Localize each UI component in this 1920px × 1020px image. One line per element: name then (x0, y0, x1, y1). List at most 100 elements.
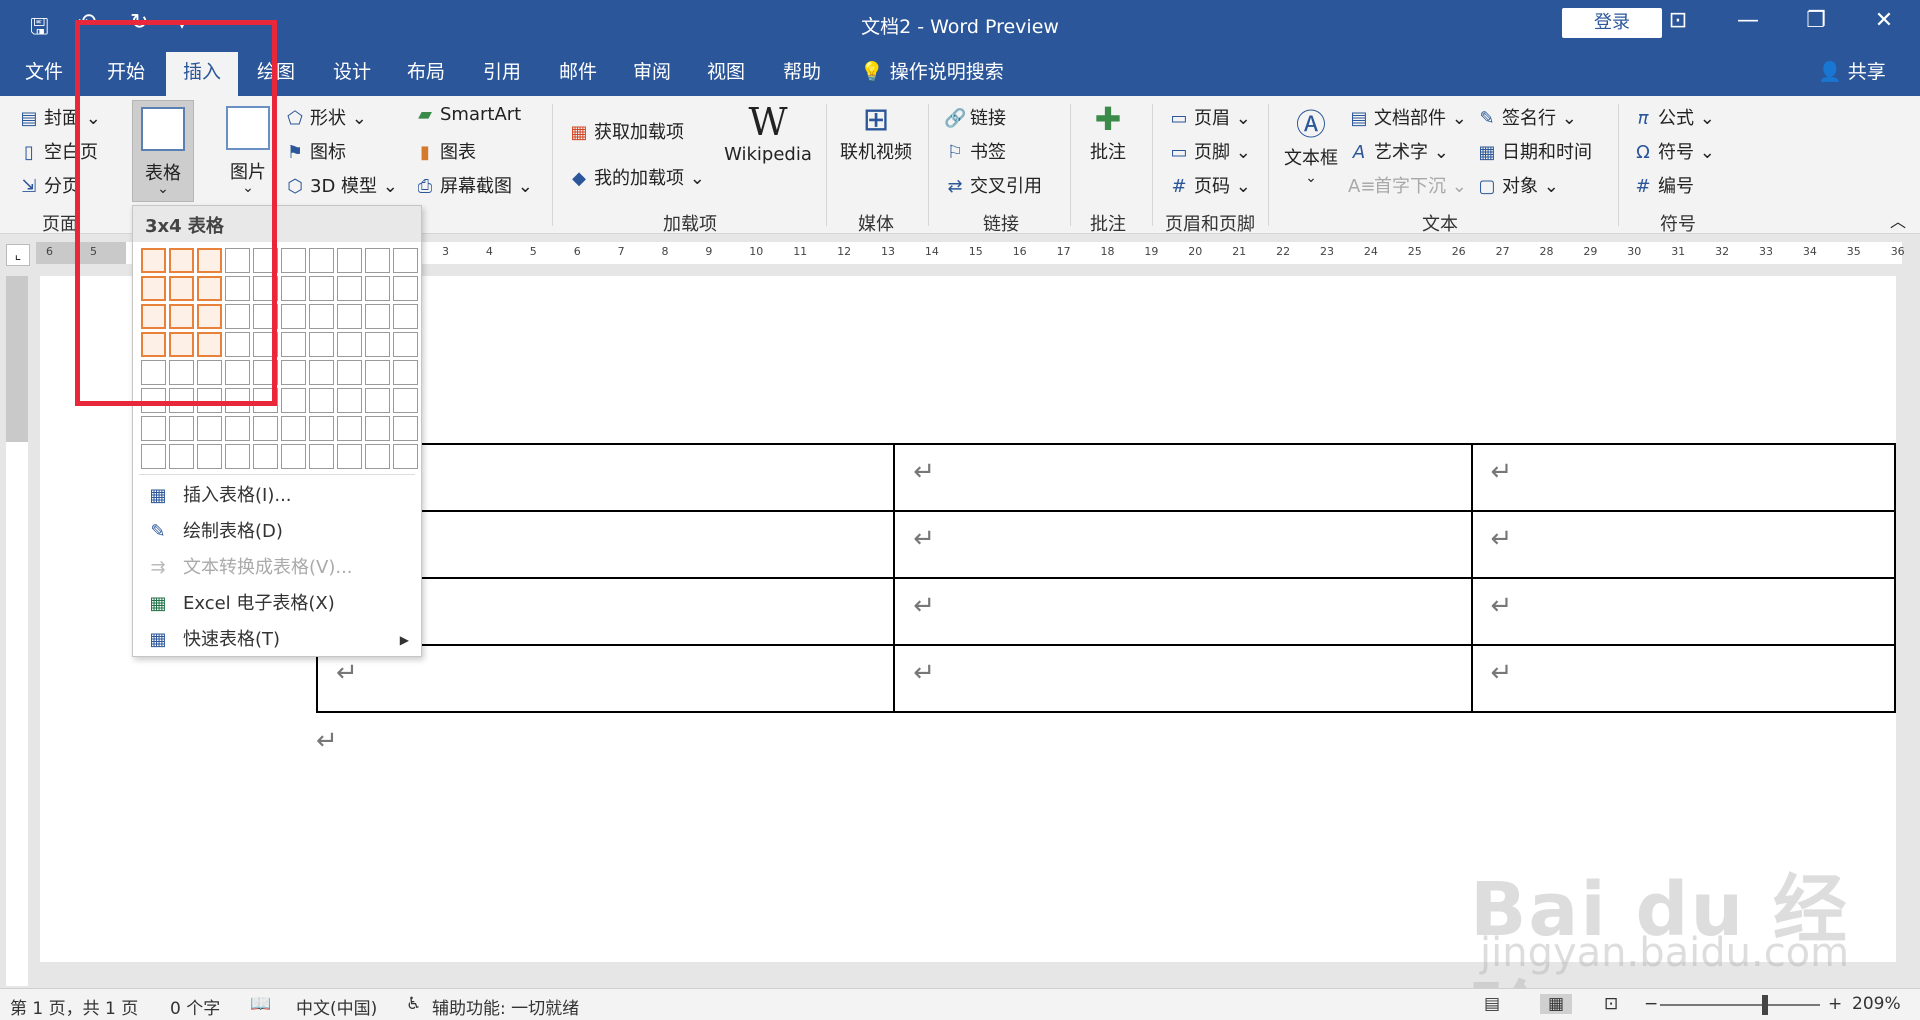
grid-cell[interactable] (141, 444, 166, 469)
tab-layout[interactable]: 布局 (396, 48, 456, 96)
grid-cell[interactable] (337, 304, 362, 329)
tab-selector[interactable]: ⌞ (6, 244, 30, 266)
get-addins-button[interactable]: ▦ 获取加载项 (568, 118, 684, 144)
accessibility-status[interactable]: 辅助功能: 一切就绪 (432, 994, 579, 1019)
grid-cell[interactable] (281, 332, 306, 357)
print-layout-icon[interactable]: ▦ (1540, 994, 1573, 1014)
grid-cell[interactable] (393, 388, 418, 413)
online-video-button[interactable]: ⊞ 联机视频 (836, 100, 916, 164)
grid-cell[interactable] (225, 444, 250, 469)
object-button[interactable]: ▢ 对象 ⌄ (1476, 172, 1558, 198)
shapes-button[interactable]: ⬠ 形状 ⌄ (284, 104, 367, 130)
grid-cell[interactable] (337, 332, 362, 357)
grid-cell[interactable] (309, 444, 334, 469)
numbering-button[interactable]: # 编号 (1632, 172, 1694, 198)
quick-tables-menu-item[interactable]: ▦ 快速表格(T) ▶ (133, 623, 421, 657)
table-cell[interactable]: ↵ (1470, 577, 1896, 646)
page-number-button[interactable]: # 页码 ⌄ (1168, 172, 1250, 198)
excel-spreadsheet-menu-item[interactable]: ▦ Excel 电子表格(X) (133, 587, 421, 621)
grid-cell[interactable] (281, 444, 306, 469)
page-break-button[interactable]: ⇲ 分页 (18, 172, 80, 198)
tab-design[interactable]: 设计 (322, 48, 382, 96)
grid-cell[interactable] (337, 388, 362, 413)
web-layout-icon[interactable]: ⊡ (1604, 994, 1618, 1014)
grid-cell[interactable] (365, 444, 390, 469)
table-cell[interactable]: ↵ (1470, 510, 1896, 579)
tab-references[interactable]: 引用 (472, 48, 532, 96)
document-table[interactable]: ↵↵↵↵↵↵↵↵↵↵↵↵ (315, 443, 1896, 713)
restore-icon[interactable]: ❐ (1796, 8, 1836, 33)
grid-cell[interactable] (393, 444, 418, 469)
collapse-ribbon-icon[interactable]: ︿ (1890, 208, 1906, 232)
tab-help[interactable]: 帮助 (772, 48, 832, 96)
grid-cell[interactable] (365, 304, 390, 329)
grid-cell[interactable] (393, 332, 418, 357)
minimize-icon[interactable]: — (1728, 8, 1768, 33)
grid-cell[interactable] (393, 304, 418, 329)
grid-cell[interactable] (169, 416, 194, 441)
signature-line-button[interactable]: ✎ 签名行 ⌄ (1476, 104, 1576, 130)
grid-cell[interactable] (281, 416, 306, 441)
table-cell[interactable]: ↵ (893, 644, 1473, 713)
tell-me-search[interactable]: 💡 操作说明搜索 (860, 48, 1004, 96)
symbol-button[interactable]: Ω 符号 ⌄ (1632, 138, 1715, 164)
grid-cell[interactable] (253, 444, 278, 469)
word-count[interactable]: 0 个字 (170, 994, 220, 1019)
zoom-slider[interactable] (1660, 1004, 1820, 1006)
date-time-button[interactable]: ▦ 日期和时间 (1476, 138, 1592, 164)
grid-cell[interactable] (197, 416, 222, 441)
grid-cell[interactable] (337, 360, 362, 385)
read-mode-icon[interactable]: ▤ (1484, 994, 1500, 1014)
quick-parts-button[interactable]: ▤ 文档部件 ⌄ (1348, 104, 1466, 130)
grid-cell[interactable] (309, 332, 334, 357)
wordart-button[interactable]: A 艺术字 ⌄ (1348, 138, 1449, 164)
close-icon[interactable]: ✕ (1864, 8, 1904, 33)
equation-button[interactable]: π 公式 ⌄ (1632, 104, 1715, 130)
table-cell[interactable]: ↵ (893, 577, 1473, 646)
header-button[interactable]: ▭ 页眉 ⌄ (1168, 104, 1250, 130)
grid-cell[interactable] (393, 416, 418, 441)
grid-cell[interactable] (309, 388, 334, 413)
ribbon-display-icon[interactable]: ⊡ (1658, 8, 1698, 33)
grid-cell[interactable] (365, 360, 390, 385)
grid-cell[interactable] (281, 388, 306, 413)
page-count[interactable]: 第 1 页，共 1 页 (10, 994, 138, 1019)
icons-button[interactable]: ⚑ 图标 (284, 138, 346, 164)
3d-model-button[interactable]: ⬡ 3D 模型 ⌄ (284, 172, 398, 198)
grid-cell[interactable] (337, 248, 362, 273)
chart-button[interactable]: ▮ 图表 (414, 138, 476, 164)
zoom-in-icon[interactable]: + (1828, 994, 1842, 1014)
draw-table-menu-item[interactable]: ✎ 绘制表格(D) (133, 515, 421, 549)
grid-cell[interactable] (365, 388, 390, 413)
grid-cell[interactable] (309, 304, 334, 329)
drop-cap-button[interactable]: A≡首字下沉 ⌄ (1348, 172, 1467, 198)
cross-reference-button[interactable]: ⇄ 交叉引用 (944, 172, 1042, 198)
grid-cell[interactable] (141, 416, 166, 441)
grid-cell[interactable] (309, 416, 334, 441)
table-cell[interactable]: ↵ (893, 510, 1473, 579)
textbox-button[interactable]: Ⓐ 文本框 ⌄ (1280, 100, 1342, 186)
my-addins-button[interactable]: ◆ 我的加载项 ⌄ (568, 164, 705, 190)
grid-cell[interactable] (365, 416, 390, 441)
grid-cell[interactable] (393, 276, 418, 301)
comment-button[interactable]: ✚ 批注 (1080, 100, 1136, 164)
tab-mailings[interactable]: 邮件 (548, 48, 608, 96)
tab-review[interactable]: 审阅 (622, 48, 682, 96)
tab-file[interactable]: 文件 (14, 48, 74, 96)
proofing-icon[interactable]: 📖 (250, 994, 271, 1014)
grid-cell[interactable] (169, 444, 194, 469)
insert-table-menu-item[interactable]: ▦ 插入表格(I)... (133, 479, 421, 513)
grid-cell[interactable] (337, 276, 362, 301)
language[interactable]: 中文(中国) (296, 994, 377, 1019)
share-button[interactable]: 👤 共享 (1818, 48, 1886, 96)
grid-cell[interactable] (281, 304, 306, 329)
text-to-table-menu-item[interactable]: ⇉ 文本转换成表格(V)... (133, 551, 421, 585)
smartart-button[interactable]: ▰ SmartArt (414, 104, 521, 125)
zoom-slider-thumb[interactable] (1762, 995, 1768, 1015)
grid-cell[interactable] (365, 276, 390, 301)
grid-cell[interactable] (225, 416, 250, 441)
screenshot-button[interactable]: ⎙ 屏幕截图 ⌄ (414, 172, 533, 198)
table-cell[interactable]: ↵ (1470, 443, 1896, 512)
grid-cell[interactable] (281, 360, 306, 385)
link-button[interactable]: 🔗 链接 (944, 104, 1006, 130)
